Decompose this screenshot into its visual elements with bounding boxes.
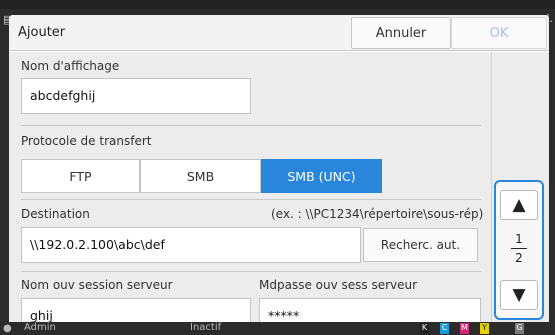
status-bar: ● Admin Inactif K C M Y G [0, 322, 555, 335]
ink-k: K [420, 323, 429, 334]
divider [21, 271, 481, 272]
divider [21, 125, 481, 126]
protocol-smb-unc-button[interactable]: SMB (UNC) [261, 159, 382, 193]
protocol-smb-button[interactable]: SMB [140, 159, 261, 193]
cancel-button[interactable]: Annuler [351, 17, 451, 49]
ink-m: M [460, 323, 469, 334]
auto-search-button[interactable]: Recherc. aut. [363, 228, 478, 262]
destination-field[interactable]: \\192.0.2.100\abc\def [21, 227, 361, 263]
page-current: 1 [515, 232, 523, 246]
triangle-up-icon[interactable]: ▲ [500, 190, 538, 220]
login-password-label: Mdpasse ouv sess serveur [259, 278, 418, 292]
printer-state: Inactif [190, 322, 222, 333]
triangle-down-icon[interactable]: ▼ [500, 280, 538, 310]
ink-c: C [440, 323, 449, 334]
user-icon: ● [3, 323, 12, 334]
protocol-ftp-button[interactable]: FTP [21, 159, 140, 193]
pager: ▲ 1 2 ▼ [494, 180, 544, 320]
divider [21, 199, 481, 200]
user-name: Admin [24, 322, 56, 333]
window-frame [0, 0, 555, 9]
form-area: Nom d'affichage abcdefghij Protocole de … [9, 52, 491, 326]
ink-y: Y [480, 323, 489, 334]
dialog-title: Ajouter [18, 25, 66, 40]
ink-g: G [515, 323, 524, 334]
protocol-label: Protocole de transfert [21, 134, 152, 148]
page-total: 2 [515, 251, 523, 265]
login-name-label: Nom ouv session serveur [21, 278, 173, 292]
display-name-label: Nom d'affichage [21, 59, 120, 73]
destination-hint: (ex. : \\PC1234\répertoire\sous-rép) [271, 207, 484, 221]
destination-label: Destination [21, 207, 90, 221]
page-divider [511, 248, 527, 249]
add-dialog: Ajouter Annuler OK Nom d'affichage abcde… [9, 15, 549, 326]
ok-button[interactable]: OK [451, 17, 547, 49]
display-name-field[interactable]: abcdefghij [21, 78, 251, 114]
dialog-title-bar: Ajouter Annuler OK [9, 15, 549, 51]
